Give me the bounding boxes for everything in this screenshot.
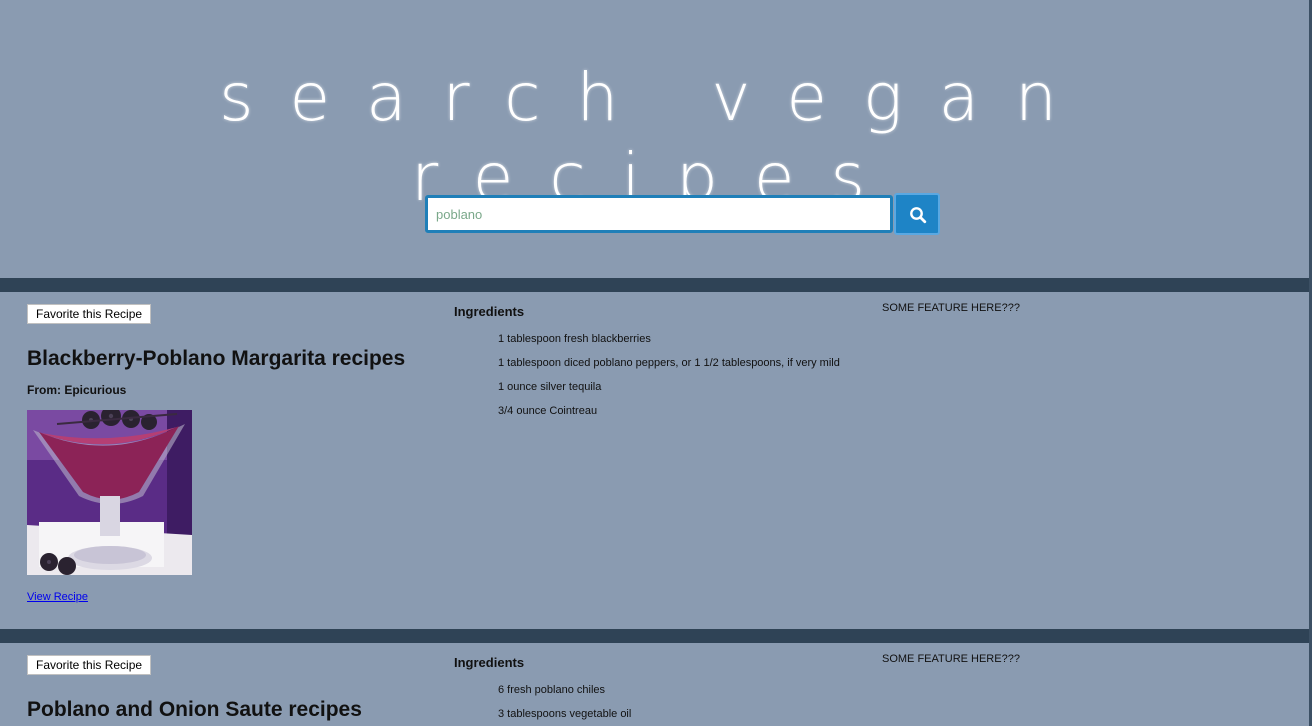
- hero-section: search vegan recipes: [0, 0, 1312, 278]
- recipe-image: [27, 410, 192, 575]
- page: search vegan recipes Favorite this Recip…: [0, 0, 1312, 726]
- recipe-title: Poblano and Onion Saute recipes: [27, 698, 362, 721]
- ingredients-list: 1 tablespoon fresh blackberries 1 tables…: [498, 332, 840, 428]
- ingredients-header: Ingredients: [454, 655, 525, 670]
- ingredient-item: 6 fresh poblano chiles: [498, 684, 606, 696]
- ingredient-item: 3 tablespoons vegetable oil: [498, 708, 632, 720]
- ingredient-item: 3/4 ounce Cointreau: [498, 405, 598, 417]
- search-button[interactable]: [894, 193, 940, 235]
- section-divider: [0, 629, 1312, 643]
- search-icon: [910, 207, 927, 224]
- section-divider: [0, 278, 1312, 292]
- feature-placeholder: SOME FEATURE HERE???: [882, 653, 1020, 665]
- ingredient-item: 1 tablespoon fresh blackberries: [498, 333, 651, 345]
- view-recipe-link[interactable]: View Recipe: [27, 591, 88, 603]
- recipe-title: Blackberry-Poblano Margarita recipes: [27, 347, 406, 370]
- feature-placeholder: SOME FEATURE HERE???: [882, 302, 1020, 314]
- ingredient-item: 1 tablespoon diced poblano peppers, or 1…: [498, 357, 840, 369]
- ingredient-item: 1 ounce silver tequila: [498, 381, 602, 393]
- favorite-button[interactable]: Favorite this Recipe: [27, 304, 152, 324]
- recipe-source: From: Epicurious: [27, 383, 127, 397]
- ingredients-header: Ingredients: [454, 304, 525, 319]
- search-input[interactable]: [425, 195, 893, 233]
- ingredients-list: 6 fresh poblano chiles 3 tablespoons veg…: [498, 683, 631, 726]
- page-title: search vegan recipes: [219, 59, 1093, 216]
- favorite-button[interactable]: Favorite this Recipe: [27, 655, 152, 675]
